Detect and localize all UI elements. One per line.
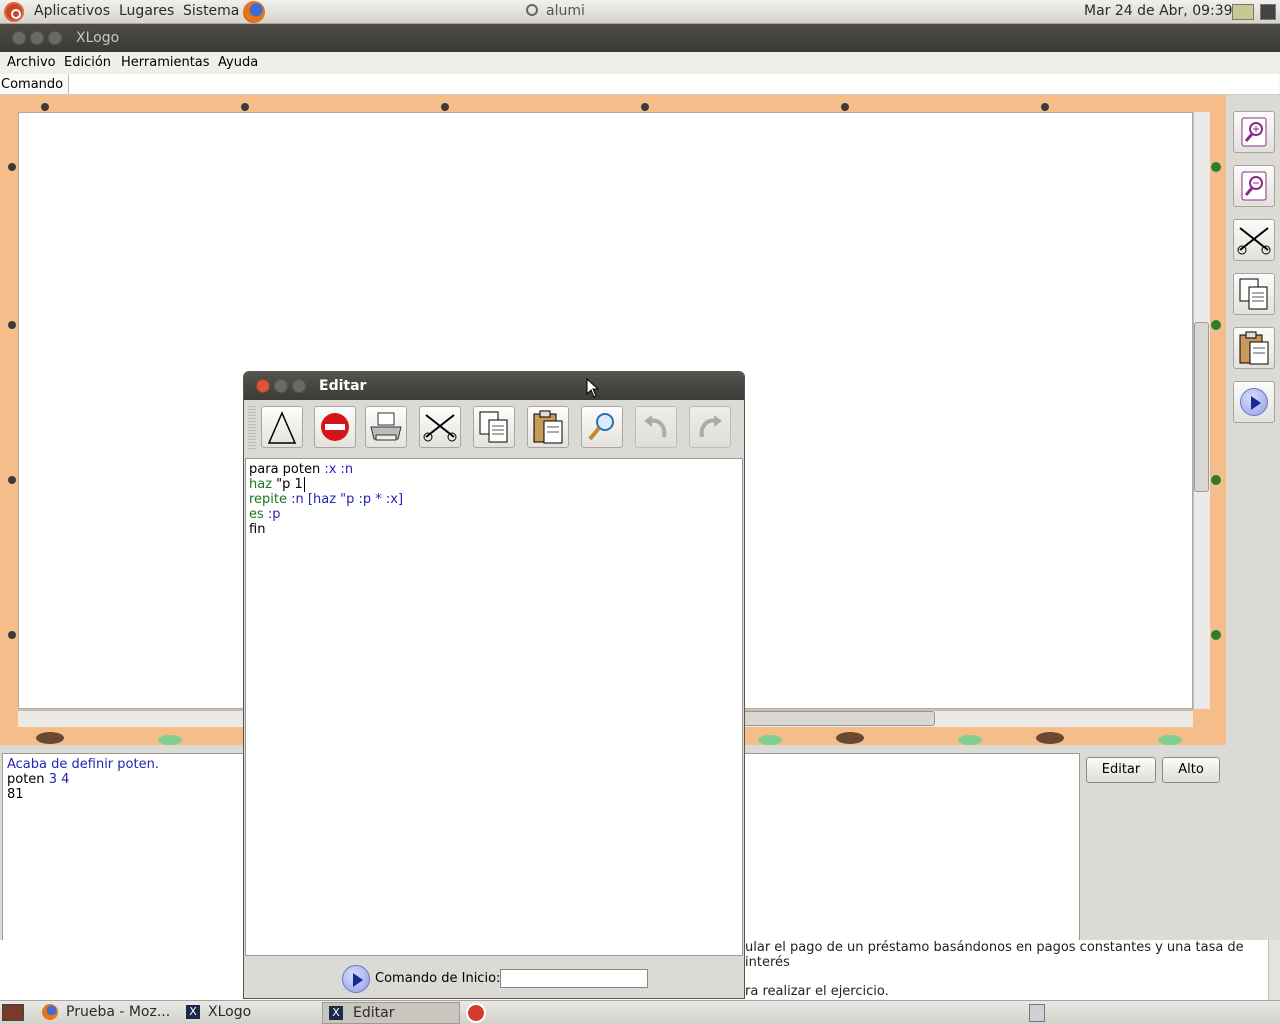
turtle-mode-button[interactable] [261, 406, 303, 448]
copy-icon [479, 411, 508, 443]
clock[interactable]: Mar 24 de Abr, 09:39 [1084, 3, 1233, 19]
task-editar[interactable]: X Editar [322, 1002, 460, 1024]
bottom-taskbar: Prueba - Moz... X XLogo X Editar [0, 1000, 1280, 1024]
minimize-icon[interactable] [30, 31, 44, 45]
xlogo-icon: X [186, 1005, 200, 1019]
ubuntu-logo-icon[interactable] [4, 2, 24, 22]
search-button[interactable] [581, 406, 623, 448]
redo-icon [699, 415, 722, 438]
xlogo-icon: X [329, 1006, 343, 1020]
menu-lugares[interactable]: Lugares [119, 3, 174, 19]
editor-bottom-bar: Comando de Inicio: [244, 958, 744, 998]
editor-window: Editar para poten :x :n haz "p 1 repite … [243, 371, 745, 999]
history-command: poten [7, 772, 45, 787]
cut-button[interactable] [1233, 219, 1275, 261]
undo-icon [644, 415, 667, 438]
show-desktop-icon[interactable] [2, 1004, 24, 1021]
menu-herramientas[interactable]: Herramientas [121, 55, 210, 70]
trash-icon[interactable] [1029, 1004, 1045, 1022]
scissors-icon [423, 414, 457, 442]
menubar: Archivo Edición Herramientas Ayuda [0, 52, 1280, 74]
history-args: 3 4 [48, 772, 70, 787]
menu-edicion[interactable]: Edición [64, 55, 111, 70]
toolbar-grip[interactable] [248, 406, 256, 450]
command-label: Comando [1, 77, 64, 92]
play-icon [1240, 388, 1268, 416]
close-icon[interactable] [12, 31, 26, 45]
copy-button[interactable] [1233, 273, 1275, 315]
panel-user-name: alumi [546, 3, 585, 19]
redo-button[interactable] [689, 406, 731, 448]
start-command-input[interactable] [500, 969, 648, 988]
run-button[interactable] [1233, 381, 1275, 423]
editor-close-icon[interactable] [256, 379, 270, 393]
run-start-command-icon[interactable] [342, 965, 370, 993]
firefox-launcher-icon[interactable] [243, 1, 265, 23]
paste-icon [533, 410, 563, 444]
stop-button[interactable]: Alto [1162, 757, 1220, 783]
scissors-icon [1237, 227, 1271, 255]
history-line-1: Acaba de definir poten. [7, 757, 159, 772]
zoom-in-button[interactable] [1233, 111, 1275, 153]
display-icon[interactable] [1232, 4, 1254, 20]
editor-minimize-icon[interactable] [274, 379, 288, 393]
print-button[interactable] [365, 406, 407, 448]
maximize-icon[interactable] [48, 31, 62, 45]
background-scrollbar [1268, 940, 1280, 1000]
start-command-label: Comando de Inicio: [375, 971, 501, 986]
stop-icon [321, 413, 349, 441]
window-title: XLogo [76, 30, 120, 46]
task-firefox[interactable]: Prueba - Moz... [36, 1002, 174, 1024]
code-line-3: repite :n [haz "p :p * :x] [249, 492, 404, 507]
network-icon[interactable] [1260, 4, 1276, 20]
editor-cut-button[interactable] [419, 406, 461, 448]
editor-maximize-icon[interactable] [292, 379, 306, 393]
background-text-line-1: ular el pago de un préstamo basándonos e… [745, 940, 1244, 970]
stop-edit-button[interactable] [314, 406, 356, 448]
menu-archivo[interactable]: Archivo [7, 55, 56, 70]
history-line-3: 81 [7, 787, 24, 802]
power-icon[interactable] [466, 1003, 486, 1023]
menu-ayuda[interactable]: Ayuda [218, 55, 258, 70]
zoom-out-icon [1241, 171, 1267, 201]
task-firefox-label: Prueba - Moz... [66, 1004, 171, 1020]
printer-icon [370, 412, 402, 441]
mouse-cursor-icon [586, 378, 600, 398]
horizontal-scroll-thumb[interactable] [742, 711, 935, 726]
edit-button[interactable]: Editar [1086, 757, 1156, 783]
user-icon [526, 4, 538, 16]
undo-button[interactable] [635, 406, 677, 448]
task-editar-label: Editar [353, 1005, 395, 1021]
top-panel: Aplicativos Lugares Sistema alumi Mar 24… [0, 0, 1280, 24]
code-editor[interactable]: para poten :x :n haz "p 1 repite :n [haz… [245, 458, 743, 956]
editor-titlebar[interactable]: Editar [244, 372, 744, 400]
paste-button[interactable] [1233, 327, 1275, 369]
code-line-4: es :p [249, 507, 281, 522]
zoom-in-icon [1241, 117, 1267, 147]
search-icon [588, 413, 614, 441]
background-text-line-2: ra realizar el ejercicio. [745, 984, 889, 999]
history-line-2: poten 3 4 [7, 772, 69, 787]
paste-icon [1239, 331, 1269, 365]
menu-sistema[interactable]: Sistema [183, 3, 239, 19]
command-input[interactable] [68, 74, 1278, 94]
code-line-2: haz "p 1 [249, 477, 305, 492]
zoom-out-button[interactable] [1233, 165, 1275, 207]
task-xlogo[interactable]: X XLogo [180, 1002, 318, 1024]
command-bar: Comando [0, 74, 1280, 95]
code-line-5: fin [249, 522, 266, 537]
task-xlogo-label: XLogo [208, 1004, 252, 1020]
xlogo-titlebar[interactable]: XLogo [0, 24, 1280, 52]
code-line-1: para poten :x :n [249, 462, 354, 477]
editor-copy-button[interactable] [473, 406, 515, 448]
editor-title: Editar [319, 378, 367, 394]
vertical-scroll-thumb[interactable] [1194, 322, 1209, 492]
editor-paste-button[interactable] [527, 406, 569, 448]
firefox-icon [42, 1004, 58, 1020]
triangle-icon [267, 411, 297, 444]
copy-icon [1239, 278, 1268, 310]
menu-aplicativos[interactable]: Aplicativos [34, 3, 110, 19]
